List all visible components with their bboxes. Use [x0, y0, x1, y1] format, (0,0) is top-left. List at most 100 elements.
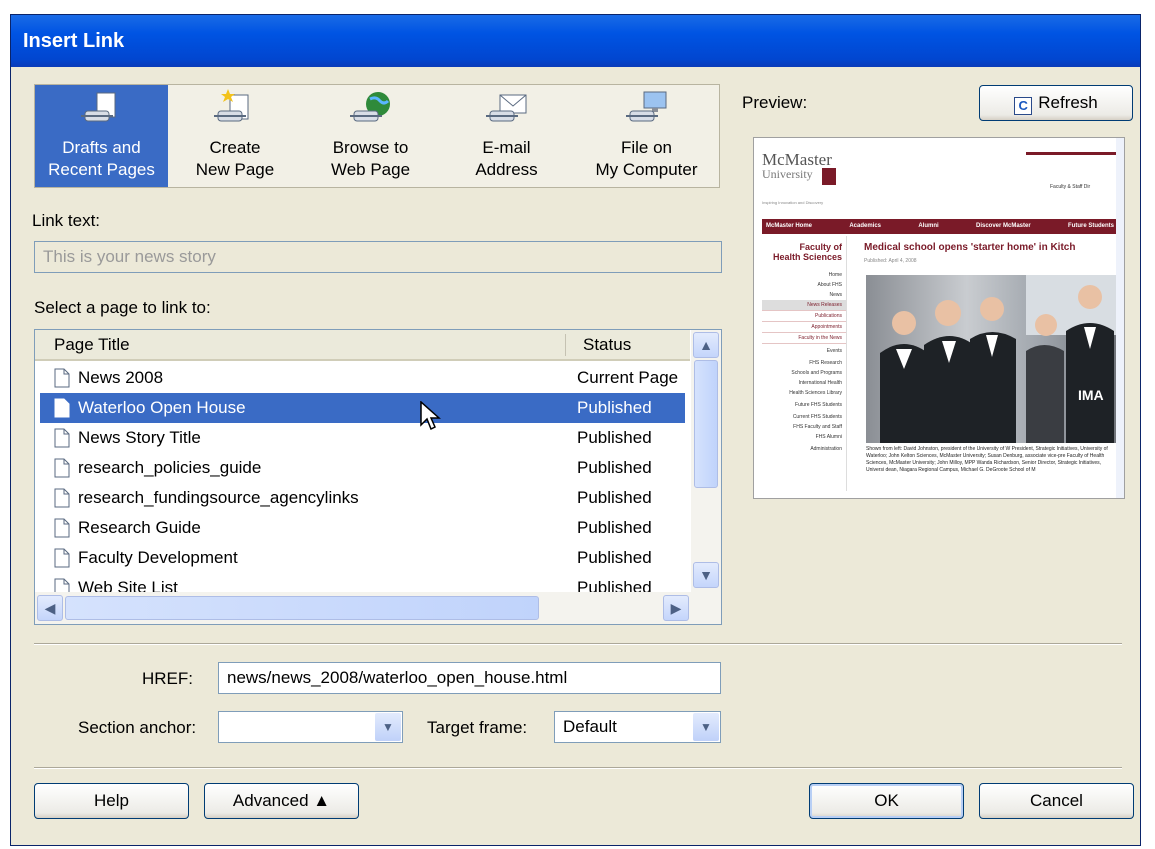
page-list: Page Title Status News 2008 Current Page W…: [34, 329, 722, 625]
preview-sidenav-item: Schools and Programs: [791, 370, 842, 376]
vertical-scrollbar[interactable]: ▲ ▼: [691, 330, 721, 592]
advanced-button[interactable]: Advanced ▲: [204, 783, 359, 819]
table-row[interactable]: News Story Title Published: [40, 423, 685, 453]
source-create-page[interactable]: Create New Page: [168, 85, 302, 187]
page-preview: McMaster University Inspiring Innovation…: [753, 137, 1125, 499]
preview-staff-link: Faculty & Staff Dir: [1050, 184, 1091, 190]
page-icon: [54, 458, 70, 478]
table-row[interactable]: News 2008 Current Page: [40, 363, 685, 393]
scroll-down-button[interactable]: ▼: [693, 562, 719, 588]
target-frame-value: Default: [563, 717, 617, 736]
preview-headline: Medical school opens 'starter home' in K…: [864, 242, 1076, 253]
background-window-strip: [0, 0, 1155, 14]
source-browse-web[interactable]: Browse to Web Page: [302, 85, 439, 187]
preview-label: Preview:: [742, 93, 808, 112]
page-icon: [54, 368, 70, 388]
preview-sidenav-item: Current FHS Students: [792, 414, 842, 420]
page-icon: [54, 398, 70, 418]
help-button[interactable]: Help: [34, 783, 189, 819]
drafts-pages-icon: [80, 92, 115, 122]
file-computer-icon: [625, 91, 666, 122]
page-icon: [54, 548, 70, 568]
row-title: Research Guide: [78, 518, 201, 537]
scroll-right-button[interactable]: ▶: [663, 595, 689, 621]
scroll-thumb-horizontal[interactable]: [65, 596, 539, 620]
row-title: research_policies_guide: [78, 458, 262, 477]
insert-link-dialog: Insert Link Drafts and Recent Pages Crea…: [10, 14, 1141, 846]
row-title: Waterloo Open House: [78, 398, 246, 417]
preview-nav-item: Future Students: [1068, 223, 1114, 229]
column-status[interactable]: Status: [583, 330, 631, 359]
ok-button[interactable]: OK: [809, 783, 964, 819]
source-label: E-mail Address: [475, 138, 538, 179]
preview-photo-people: [880, 275, 1118, 443]
scroll-left-button[interactable]: ◀: [37, 595, 63, 621]
chevron-down-icon[interactable]: ▼: [375, 713, 401, 741]
preview-faculty: Faculty of Health Sciences: [772, 242, 842, 262]
page-icon: [54, 518, 70, 538]
preview-nav-item: Academics: [849, 223, 882, 229]
preview-sidebar: Faculty of Health Sciences Home About FHS…: [762, 236, 847, 491]
preview-sidenav-item: Faculty in the News: [762, 333, 846, 344]
source-label: Create New Page: [195, 138, 275, 179]
preview-sidenav-item: Administration: [810, 446, 842, 452]
preview-nav-item: McMaster Home: [766, 223, 813, 229]
page-list-label: Select a page to link to:: [34, 298, 211, 317]
source-file-computer[interactable]: File on My Computer: [574, 85, 719, 187]
target-frame-select[interactable]: Default ▼: [554, 711, 721, 743]
column-page-title[interactable]: Page Title: [54, 330, 130, 359]
browse-web-icon: [349, 92, 390, 122]
source-label: Browse to Web Page: [330, 138, 411, 179]
row-title: News 2008: [78, 368, 164, 387]
list-header: Page Title Status: [35, 330, 690, 361]
mouse-cursor-icon: [420, 401, 441, 431]
preview-topbar: [1026, 152, 1116, 155]
chevron-down-icon[interactable]: ▼: [693, 713, 719, 741]
section-anchor-select[interactable]: ▼: [218, 711, 403, 743]
row-title: News Story Title: [78, 428, 201, 447]
preview-sidenav-item: News Releases: [762, 300, 846, 311]
preview-nav-item: Discover McMaster: [975, 223, 1031, 229]
scroll-thumb-vertical[interactable]: [694, 360, 718, 488]
preview-sidenav-item: FHS Faculty and Staff: [793, 424, 842, 430]
refresh-button[interactable]: C Refresh: [979, 85, 1133, 121]
preview-caption: Shown from left: David Johnston, preside…: [866, 446, 1108, 473]
table-row[interactable]: Waterloo Open House Published: [40, 393, 685, 423]
dialog-title: Insert Link: [11, 15, 1140, 67]
link-source-bar: Drafts and Recent Pages Create New Page …: [34, 84, 720, 188]
preview-photo: IMA: [866, 275, 1118, 443]
table-row[interactable]: Research Guide Published: [40, 513, 685, 543]
scroll-up-button[interactable]: ▲: [693, 332, 719, 358]
page-icon: [54, 428, 70, 448]
table-row[interactable]: research_fundingsource_agencylinks Publis…: [40, 483, 685, 513]
preview-sidenav-item: About FHS: [817, 282, 842, 288]
row-status: Published: [577, 488, 652, 507]
preview-sidenav-item: FHS Research: [809, 360, 842, 366]
page-icon: [54, 488, 70, 508]
link-text-field[interactable]: This is your news story: [34, 241, 722, 273]
preview-sidenav-item: Appointments: [762, 322, 846, 333]
source-email[interactable]: E-mail Address: [439, 85, 574, 187]
refresh-icon: C: [1014, 97, 1033, 115]
column-divider[interactable]: [565, 334, 566, 356]
preview-scrollbar[interactable]: [1116, 138, 1124, 498]
horizontal-scrollbar[interactable]: ◀ ▶: [35, 592, 721, 624]
href-label: HREF:: [142, 669, 193, 688]
row-title: Faculty Development: [78, 548, 238, 567]
refresh-label: Refresh: [1038, 93, 1098, 112]
table-row[interactable]: Faculty Development Published: [40, 543, 685, 573]
source-label: File on My Computer: [595, 138, 698, 179]
section-anchor-label: Section anchor:: [78, 718, 197, 737]
preview-published: Published: April 4, 2008: [864, 258, 917, 264]
preview-nav: McMaster Home Academics Alumni Discover McM…: [762, 219, 1118, 234]
row-status: Published: [577, 458, 652, 477]
table-row[interactable]: research_policies_guide Published: [40, 453, 685, 483]
href-field[interactable]: news/news_2008/waterloo_open_house.html: [218, 662, 721, 694]
preview-sidenav-item: Health Sciences Library: [789, 390, 842, 396]
source-drafts-recent[interactable]: Drafts and Recent Pages: [35, 85, 168, 187]
preview-sidenav-item: Publications: [762, 311, 846, 322]
cancel-button[interactable]: Cancel: [979, 783, 1134, 819]
preview-tagline: Inspiring Innovation and Discovery: [762, 200, 824, 205]
preview-nav-item: Alumni: [918, 223, 939, 229]
preview-logo-sub: University: [762, 167, 813, 181]
